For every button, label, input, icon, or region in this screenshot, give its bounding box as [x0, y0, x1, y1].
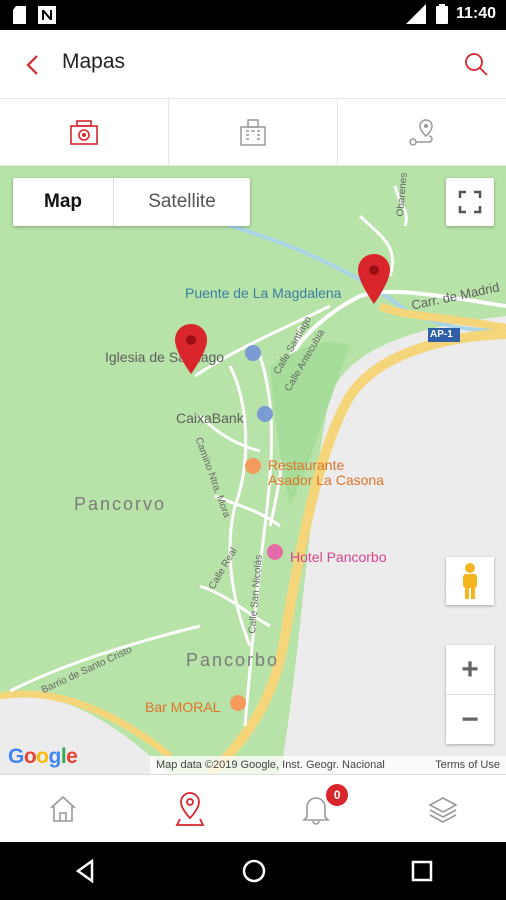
ap1-shield-label: AP-1: [430, 329, 453, 340]
map-marker-pin[interactable]: [358, 254, 390, 304]
map-type-control: Map Satellite: [13, 178, 250, 226]
street-view-button[interactable]: [446, 557, 494, 605]
status-time: 11:40: [455, 5, 496, 22]
status-bar: 11:40: [0, 0, 506, 30]
fullscreen-button[interactable]: [446, 178, 494, 226]
page-title: Mapas: [62, 50, 126, 73]
map-base: [0, 185, 506, 774]
notification-badge: 0: [326, 784, 349, 806]
layers-icon: [428, 797, 458, 823]
label-bar-moral[interactable]: Bar MORAL: [145, 699, 220, 715]
label-asador-la-casona[interactable]: Asador La Casona: [268, 472, 384, 488]
map-pin-icon: [175, 792, 205, 826]
fullscreen-icon: [458, 190, 482, 214]
label-hotel-pancorbo[interactable]: Hotel Pancorbo: [290, 549, 387, 565]
terms-of-use-link[interactable]: Terms of Use: [435, 759, 500, 771]
app-bar: Mapas: [0, 30, 506, 99]
label-pancorbo: Pancorbo: [186, 650, 280, 670]
label-puente-magdalena[interactable]: Puente de La Magdalena: [185, 285, 341, 301]
back-arrow-icon[interactable]: [18, 50, 48, 80]
label-restaurante[interactable]: Restaurante: [268, 457, 344, 473]
map-view[interactable]: AP-1 Puente de La Magdalena Carr. de Mad…: [0, 166, 506, 774]
nav-notifications[interactable]: 0: [253, 775, 380, 843]
nav-map[interactable]: [127, 775, 254, 843]
google-logo: Google: [8, 745, 78, 768]
recents-square-icon[interactable]: [410, 859, 434, 883]
search-icon[interactable]: [462, 50, 490, 78]
hotel-building-icon: [240, 119, 266, 146]
sd-card-icon: [13, 6, 26, 24]
map-type-map-button[interactable]: Map: [13, 178, 114, 226]
tab-hotels[interactable]: [169, 99, 338, 165]
zoom-control: + −: [446, 645, 494, 744]
n-notification-icon: [38, 6, 56, 24]
battery-icon: [435, 4, 448, 24]
nav-layers[interactable]: [380, 775, 506, 843]
nav-home[interactable]: [0, 775, 127, 843]
label-pancorvo: Pancorvo: [74, 494, 167, 514]
category-tabs: [0, 99, 506, 166]
zoom-out-button[interactable]: −: [446, 695, 494, 744]
map-marker-pin[interactable]: [175, 324, 207, 374]
route-pin-icon: [409, 119, 433, 146]
zoom-in-button[interactable]: +: [446, 645, 494, 695]
map-type-satellite-button[interactable]: Satellite: [114, 178, 250, 226]
home-icon: [50, 795, 76, 822]
back-triangle-icon[interactable]: [72, 858, 98, 884]
monument-icon: [70, 120, 98, 145]
pegman-icon: [463, 563, 477, 599]
tab-routes[interactable]: [338, 99, 506, 165]
tab-monuments[interactable]: [0, 99, 169, 165]
label-caixabank[interactable]: CaixaBank: [176, 410, 244, 426]
system-nav-bar: [0, 842, 506, 900]
signal-icon: [405, 4, 426, 24]
bottom-navigation: 0: [0, 774, 506, 843]
map-attribution: Map data ©2019 Google, Inst. Geogr. Naci…: [150, 756, 506, 774]
home-circle-icon[interactable]: [241, 858, 267, 884]
attribution-text: Map data ©2019 Google, Inst. Geogr. Naci…: [156, 759, 385, 771]
